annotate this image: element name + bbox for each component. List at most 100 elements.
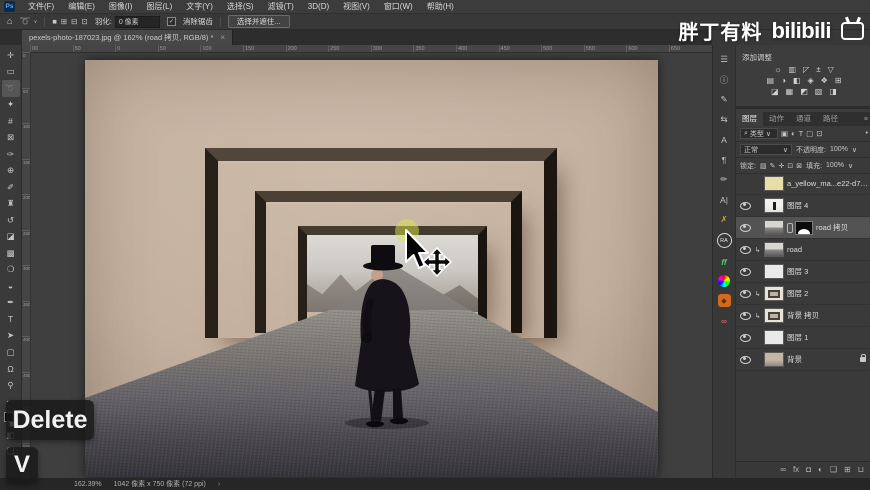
layer-filter-icon[interactable]: ⊡	[816, 129, 822, 138]
tool-button[interactable]: ◒	[2, 278, 20, 295]
dock-panel-icon[interactable]: ✎	[718, 93, 731, 106]
adjustment-icon[interactable]: ▦	[786, 88, 794, 96]
adjustment-icon[interactable]: ±	[816, 66, 820, 74]
visibility-toggle[interactable]	[739, 334, 751, 342]
dock-panel-icon[interactable]: ⓘ	[718, 73, 731, 86]
layers-footer-icon[interactable]: fx	[793, 466, 799, 474]
tool-button[interactable]: #	[2, 113, 20, 130]
selection-mode-button[interactable]: ⊡	[81, 17, 87, 26]
filter-pin-icon[interactable]: •	[866, 130, 868, 137]
adjustment-icon[interactable]: ⊞	[835, 77, 842, 85]
tool-button[interactable]: ⚲	[2, 377, 20, 394]
document-canvas[interactable]	[85, 60, 658, 477]
layer-row[interactable]: ↳ 图层 1	[736, 327, 870, 349]
tool-button[interactable]: ✒	[2, 295, 20, 312]
tool-button[interactable]: ➤	[2, 328, 20, 345]
layer-name[interactable]: a_yellow_ma...e22-d7cca4	[787, 179, 869, 188]
tool-button[interactable]: ❍	[2, 262, 20, 279]
chevron-down-icon[interactable]: ∨	[852, 146, 857, 154]
tool-button[interactable]: Ω	[2, 361, 20, 378]
menu-item[interactable]: 选择(S)	[220, 0, 261, 14]
dock-panel-icon[interactable]: RA	[717, 233, 732, 248]
layer-filter-icon[interactable]: ▣	[781, 129, 788, 138]
layers-footer-icon[interactable]: ◐	[818, 466, 823, 474]
layer-name[interactable]: 背景 拷贝	[787, 310, 869, 321]
dock-panel-icon[interactable]: ◆	[718, 294, 731, 307]
chevron-down-icon[interactable]: ∨	[848, 162, 853, 170]
document-tab[interactable]: pexels-photo-187023.jpg @ 162% (road 拷贝,…	[22, 30, 233, 45]
layers-footer-icon[interactable]: ⊞	[844, 466, 851, 474]
layer-name[interactable]: road	[787, 245, 869, 254]
layer-filter-icon[interactable]: ◐	[791, 129, 796, 138]
opacity-value[interactable]: 100%	[830, 146, 848, 153]
layer-name[interactable]: 背景	[787, 354, 857, 365]
dock-panel-icon[interactable]: ∞	[718, 314, 731, 327]
zoom-level[interactable]: 162.39%	[74, 481, 102, 488]
selection-mode-button[interactable]: ⊞	[61, 17, 67, 26]
adjustment-icon[interactable]: ◧	[793, 77, 801, 85]
lock-option-icon[interactable]: ✎	[770, 162, 776, 170]
adjustment-icon[interactable]: ◪	[771, 88, 779, 96]
tool-button[interactable]: ✑	[2, 146, 20, 163]
lock-option-icon[interactable]: ▨	[760, 162, 767, 170]
layer-thumbnail[interactable]	[764, 308, 784, 323]
layer-thumbnail[interactable]	[764, 352, 784, 367]
dock-panel-icon[interactable]: A	[718, 133, 731, 146]
feather-input[interactable]: 0 像素	[115, 16, 160, 28]
tool-button[interactable]: ⊕	[2, 163, 20, 180]
layer-row[interactable]: ↳ 图层 3	[736, 261, 870, 283]
layers-footer-icon[interactable]: ∞	[780, 466, 786, 474]
menu-item[interactable]: 3D(D)	[301, 0, 336, 14]
layer-thumbnail[interactable]	[764, 176, 784, 191]
tool-button[interactable]: ♜	[2, 196, 20, 213]
menu-item[interactable]: 视图(V)	[336, 0, 377, 14]
select-and-mask-button[interactable]: 选择并遮住...	[228, 15, 290, 28]
dock-panel-icon[interactable]: ●	[718, 275, 730, 287]
adjustment-icon[interactable]: ▥	[789, 66, 797, 74]
menu-item[interactable]: 编辑(E)	[61, 0, 102, 14]
layer-thumbnail[interactable]	[764, 330, 784, 345]
active-tool-icon[interactable]: ➰	[19, 17, 30, 26]
adjustment-icon[interactable]: ◈	[807, 77, 813, 85]
layer-thumbnail[interactable]	[764, 198, 784, 213]
visibility-toggle[interactable]	[739, 268, 751, 276]
dock-panel-icon[interactable]: ff	[718, 255, 731, 268]
menu-item[interactable]: 图层(L)	[139, 0, 179, 14]
panel-tab[interactable]: 动作	[763, 112, 790, 126]
visibility-toggle[interactable]	[739, 312, 751, 320]
adjustment-icon[interactable]: ◩	[800, 88, 808, 96]
blend-mode-select[interactable]: 正常 ∨	[740, 144, 792, 155]
panel-tab[interactable]: 通道	[790, 112, 817, 126]
layer-thumbnail[interactable]	[764, 220, 784, 235]
visibility-toggle[interactable]	[739, 290, 751, 298]
layer-name[interactable]: 图层 1	[787, 332, 869, 343]
layer-row[interactable]: ↳ road 拷贝	[736, 217, 870, 239]
menu-item[interactable]: 文字(Y)	[179, 0, 220, 14]
menu-item[interactable]: 滤镜(T)	[261, 0, 301, 14]
canvas-area[interactable]	[30, 52, 712, 478]
dock-panel-icon[interactable]: ☰	[718, 53, 731, 66]
layers-footer-icon[interactable]: ❏	[830, 466, 837, 474]
layer-filter-type-dropdown[interactable]: ⌕ 类型 ∨	[740, 128, 778, 139]
layer-mask-group[interactable]	[787, 221, 813, 235]
layer-row[interactable]: ↳ 背景 拷贝	[736, 305, 870, 327]
dock-panel-icon[interactable]: ⇆	[718, 113, 731, 126]
layer-thumbnail[interactable]	[764, 242, 784, 257]
selection-mode-button[interactable]: ⊟	[71, 17, 77, 26]
close-tab-icon[interactable]: ×	[220, 33, 225, 42]
visibility-toggle[interactable]	[739, 224, 751, 232]
adjustment-icon[interactable]: ▧	[815, 88, 823, 96]
tool-button[interactable]: T	[2, 311, 20, 328]
layer-row[interactable]: ↳ 图层 4	[736, 195, 870, 217]
adjustment-icon[interactable]: ☼	[774, 66, 781, 74]
layers-footer-icon[interactable]: ⊔	[858, 466, 864, 474]
status-chevron-icon[interactable]: ›	[218, 481, 220, 488]
tool-button[interactable]: ⊠	[2, 130, 20, 147]
lock-option-icon[interactable]: ⊠	[796, 162, 802, 170]
tool-button[interactable]: ▩	[2, 245, 20, 262]
menu-item[interactable]: 文件(F)	[21, 0, 61, 14]
dock-panel-icon[interactable]: A|	[718, 193, 731, 206]
layer-filter-icon[interactable]: ▢	[806, 129, 813, 138]
visibility-toggle[interactable]	[739, 246, 751, 254]
visibility-toggle[interactable]	[739, 356, 751, 364]
